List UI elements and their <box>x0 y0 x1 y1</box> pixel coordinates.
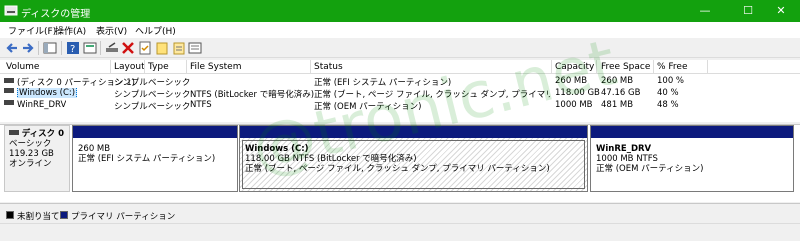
disk-icon <box>9 130 19 135</box>
partition-title: WinRE_DRV <box>596 144 652 154</box>
column-header-percent-free[interactable]: % Free <box>657 62 688 72</box>
primary-partition-bar <box>591 126 793 138</box>
disk-management-icon <box>4 5 18 16</box>
title-bar: ディスクの管理 — ☐ ✕ <box>0 0 800 22</box>
primary-partition-bar <box>73 126 237 138</box>
percent-free-cell: 100 % <box>657 76 685 86</box>
view-options-icon[interactable] <box>188 41 202 55</box>
file-system-cell: NTFS <box>190 100 212 110</box>
column-header-status[interactable]: Status <box>314 62 343 72</box>
disk-name: ディスク 0 <box>21 129 64 139</box>
volume-icon <box>4 100 14 105</box>
disk-state: オンライン <box>9 159 52 169</box>
legend-swatch-unallocated <box>6 211 14 219</box>
check-document-icon[interactable] <box>138 41 152 55</box>
menu-file[interactable]: ファイル(F) <box>8 24 56 37</box>
volume-icon <box>4 78 14 83</box>
type-cell: ベーシック <box>148 102 191 112</box>
disk-size: 119.23 GB <box>9 149 54 159</box>
forward-arrow-icon[interactable] <box>21 41 35 55</box>
partition-winre[interactable]: WinRE_DRV 1000 MB NTFS 正常 (OEM パーティション) <box>590 125 794 192</box>
percent-free-cell: 48 % <box>657 100 679 110</box>
menu-view[interactable]: 表示(V) <box>96 24 127 37</box>
column-header-volume[interactable]: Volume <box>6 62 39 72</box>
window-title: ディスクの管理 <box>21 9 91 20</box>
volume-cell: Windows (C:) <box>4 88 78 98</box>
legend-swatch-primary <box>60 211 68 219</box>
layout-cell: シンプル <box>114 78 148 88</box>
back-arrow-icon[interactable] <box>5 41 19 55</box>
disk-label-icon-row: ディスク 0 <box>9 129 69 139</box>
layout-cell: シンプル <box>114 102 148 112</box>
toolbar: ? <box>0 38 800 58</box>
status-bar <box>0 223 800 241</box>
file-system-cell: NTFS (BitLocker で暗号化済み) <box>190 90 315 100</box>
partition-size: 1000 MB NTFS <box>596 154 658 164</box>
disk-0-label[interactable]: ディスク 0 ベーシック 119.23 GB オンライン <box>4 125 70 192</box>
partition-text: 260 MB 正常 (EFI システム パーティション) <box>78 144 215 164</box>
partition-efi[interactable]: 260 MB 正常 (EFI システム パーティション) <box>72 125 238 192</box>
percent-free-cell: 40 % <box>657 88 679 98</box>
column-header-type[interactable]: Type <box>148 62 169 72</box>
volume-list-header: Volume Layout Type File System Status Ca… <box>0 60 800 74</box>
delete-icon[interactable] <box>121 41 135 55</box>
menu-bar: ファイル(F) 操作(A) 表示(V) ヘルプ(H) <box>0 22 800 38</box>
legend-label-primary: プライマリ パーティション <box>71 212 176 222</box>
properties-icon[interactable] <box>83 41 97 55</box>
volume-icon <box>4 88 14 93</box>
menu-help[interactable]: ヘルプ(H) <box>135 24 176 37</box>
menu-action[interactable]: 操作(A) <box>55 24 86 37</box>
help-icon[interactable]: ? <box>66 41 80 55</box>
connect-drive-icon[interactable] <box>105 41 119 55</box>
disk-type: ベーシック <box>9 139 52 149</box>
console-tree-icon[interactable] <box>43 41 57 55</box>
export-list-icon[interactable] <box>172 41 186 55</box>
volume-cell: WinRE_DRV <box>4 100 66 110</box>
close-button[interactable]: ✕ <box>762 0 800 22</box>
partition-status: 正常 (EFI システム パーティション) <box>78 154 216 164</box>
layout-cell: シンプル <box>114 90 148 100</box>
type-cell: ベーシック <box>148 78 191 88</box>
minimize-button[interactable]: — <box>686 0 724 22</box>
type-cell: ベーシック <box>148 90 191 100</box>
partition-text: WinRE_DRV 1000 MB NTFS 正常 (OEM パーティション) <box>596 144 703 174</box>
column-header-file-system[interactable]: File System <box>190 62 241 72</box>
svg-text:?: ? <box>70 44 75 55</box>
legend-bar: 未割り当て プライマリ パーティション <box>0 203 800 223</box>
partition-size: 260 MB <box>78 144 111 154</box>
new-document-icon[interactable] <box>155 41 169 55</box>
legend-label-unallocated: 未割り当て <box>17 212 60 222</box>
partition-status: 正常 (OEM パーティション) <box>596 164 704 174</box>
column-header-layout[interactable]: Layout <box>114 62 145 72</box>
